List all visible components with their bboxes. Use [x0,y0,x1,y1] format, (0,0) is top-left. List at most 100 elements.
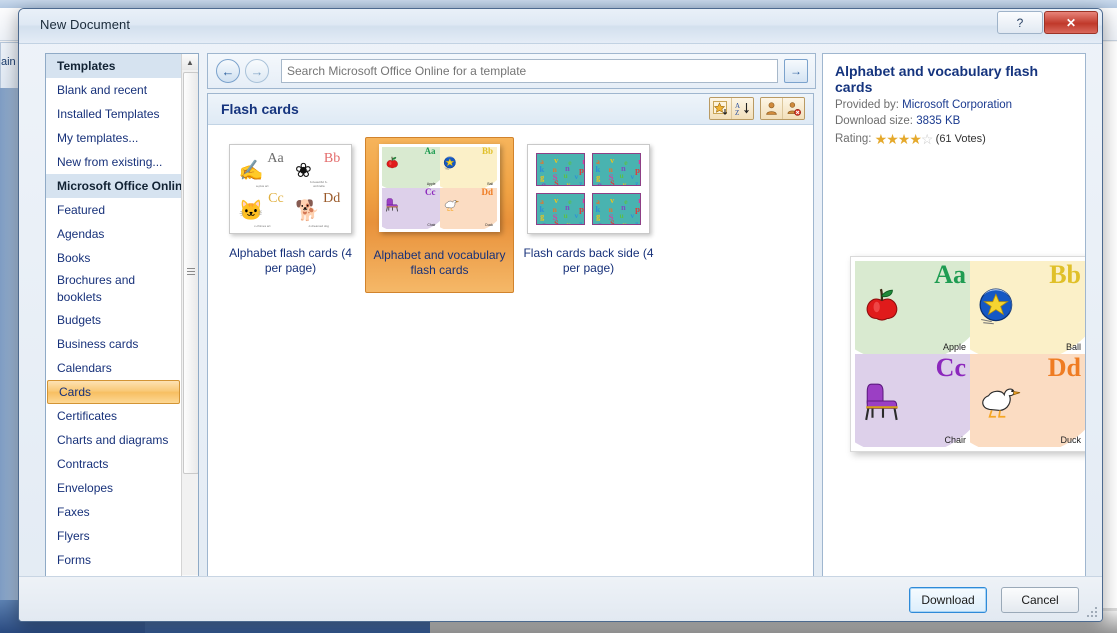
thumbnail-card-grid: AaAppleBbBallCcChairDdDuck [382,147,497,229]
collage-letter: u [620,211,624,220]
star-1-filled-icon[interactable]: ★ [875,131,887,147]
dialog-titlebar[interactable] [19,9,1102,44]
collage-letter: v [610,196,614,205]
template-title: Alphabet and vocabulary flash cards [835,63,1073,95]
sidebar-item-templates: Templates [46,54,181,78]
sidebar-item-budgets[interactable]: Budgets [46,308,181,332]
card-letter: Dd [481,188,493,197]
template-card-1[interactable]: ✍Aaa-plus art❀Bbb-beautiful b-umbrella🐱C… [216,137,365,293]
sidebar-item-new-from-existing[interactable]: New from existing... [46,150,181,174]
sidebar-scrollbar[interactable]: ▲ ▼ [181,54,198,591]
rating-label: Rating: [835,133,871,145]
download-size-row: Download size: 3835 KB [835,115,1073,127]
template-details-panel: Alphabet and vocabulary flash cards Prov… [822,53,1086,592]
rating-stars[interactable]: ★★★★☆ [875,131,933,148]
sidebar-item-my-templates[interactable]: My templates... [46,126,181,150]
collage-letter: S [610,219,615,225]
sidebar-item-certificates[interactable]: Certificates [46,404,181,428]
sidebar-item-blank-and-recent[interactable]: Blank and recent [46,78,181,102]
sidebar-item-microsoft-office-online: Microsoft Office Online [46,174,181,198]
thumbnail-bw-grid: ✍Aaa-plus art❀Bbb-beautiful b-umbrella🐱C… [230,145,351,233]
collage-card: avenknnpgSuvwqSyz [592,153,641,186]
sidebar-item-forms[interactable]: Forms [46,548,181,572]
sidebar-item-envelopes[interactable]: Envelopes [46,476,181,500]
card-illustration-chair-icon [385,197,399,217]
collage-letter: q [542,220,546,226]
bw-card-letter: Bb [324,151,340,167]
card-illustration-ball-icon [443,156,457,175]
collage-letter: z [579,219,582,225]
card-letter: Bb [1049,261,1081,288]
collage-letter: v [610,156,614,165]
collage-letter: v [554,196,558,205]
sidebar-item-books[interactable]: Books [46,246,181,270]
collage-letter: v [574,172,578,181]
results-title: Flash cards [221,101,299,117]
star-3-filled-icon[interactable]: ★ [898,131,910,147]
template-categories-list: TemplatesBlank and recentInstalled Templ… [46,54,181,592]
star-5-empty-icon[interactable]: ☆ [921,131,933,147]
results-toolbar: A Z [709,97,805,120]
sidebar-item-installed-templates[interactable]: Installed Templates [46,102,181,126]
dialog-title: New Document [40,17,130,32]
template-categories-sidebar: TemplatesBlank and recentInstalled Templ… [45,53,199,592]
preview-card-bb: BbBall [440,147,498,188]
sidebar-item-contracts[interactable]: Contracts [46,452,181,476]
sidebar-item-calendars[interactable]: Calendars [46,356,181,380]
card-illustration-duck-icon [443,197,460,216]
scroll-up-arrow-icon[interactable]: ▲ [182,54,198,70]
cancel-button[interactable]: Cancel [1001,587,1079,613]
person-remove-icon [786,101,801,116]
sidebar-item-brochures-and-booklets[interactable]: Brochures and booklets [46,270,181,308]
sidebar-item-featured[interactable]: Featured [46,198,181,222]
preview-card-grid: AaAppleBbBallCcChairDdDuck [855,261,1085,447]
help-button[interactable]: ? [997,11,1043,34]
rating-row: Rating: ★★★★☆ (61 Votes) [835,131,1073,148]
bw-card-aa: ✍Aaa-plus art [234,149,291,189]
provided-by-value: Microsoft Corporation [902,99,1012,111]
collage-letter: y [623,220,627,226]
sidebar-item-cards[interactable]: Cards [47,380,180,404]
back-button[interactable]: ← [216,59,240,83]
scrollbar-thumb[interactable] [183,72,199,474]
bw-card-dd: 🐕Ddd-dreamed dog [291,189,348,229]
sort-by-rating-button[interactable] [710,98,731,119]
sidebar-item-charts-and-diagrams[interactable]: Charts and diagrams [46,428,181,452]
collage-letter: w [584,173,585,182]
bw-card-bb: ❀Bbb-beautiful b-umbrella [291,149,348,189]
bw-card-caption: c-chimes art [254,224,270,228]
template-card-2[interactable]: AaAppleBbBallCcChairDdDuckAlphabet and v… [365,137,514,293]
template-thumbnail-image: AaAppleBbBallCcChairDdDuck [379,144,500,232]
search-input[interactable] [282,62,777,80]
sidebar-item-agendas[interactable]: Agendas [46,222,181,246]
card-illustration-apple-icon [862,287,902,328]
star-2-filled-icon[interactable]: ★ [886,131,898,147]
template-card-3[interactable]: avenknnpgSuvwqSyzavenknnpgSuvwqSyzavenkn… [514,137,663,293]
forward-button[interactable]: → [245,59,269,83]
resize-grip-icon[interactable] [1086,606,1098,618]
preview-card-dd: Dd Duck [440,188,498,229]
votes-count: (61 Votes) [936,133,986,145]
sidebar-item-business-cards[interactable]: Business cards [46,332,181,356]
template-thumbnail-image: avenknnpgSuvwqSyzavenknnpgSuvwqSyzavenkn… [527,144,650,234]
close-button[interactable]: ✕ [1044,11,1098,34]
sort-alphabetical-button[interactable]: A Z [731,98,753,119]
hide-submitter-button[interactable] [782,98,804,119]
bw-card-caption: b-beautiful b-umbrella [305,180,333,188]
collage-letter: v [630,211,634,220]
svg-text:Z: Z [735,109,739,116]
show-submitter-button[interactable] [761,98,782,119]
provided-by-row: Provided by: Microsoft Corporation [835,99,1073,111]
sidebar-item-flyers[interactable]: Flyers [46,524,181,548]
card-word: Duck [485,223,493,227]
star-4-filled-icon[interactable]: ★ [909,131,921,147]
template-card-label: Alphabet and vocabulary flash cards [370,248,509,278]
search-go-button[interactable]: → [784,59,808,83]
collage-letter: y [567,180,571,186]
collage-card: avenknnpgSuvwqSyz [592,193,641,226]
collage-letter: z [635,179,638,185]
sidebar-item-faxes[interactable]: Faxes [46,500,181,524]
preview-card-cc: CcChair [855,354,970,447]
preview-card-bb: BbBall [970,261,1085,354]
download-button[interactable]: Download [909,587,987,613]
